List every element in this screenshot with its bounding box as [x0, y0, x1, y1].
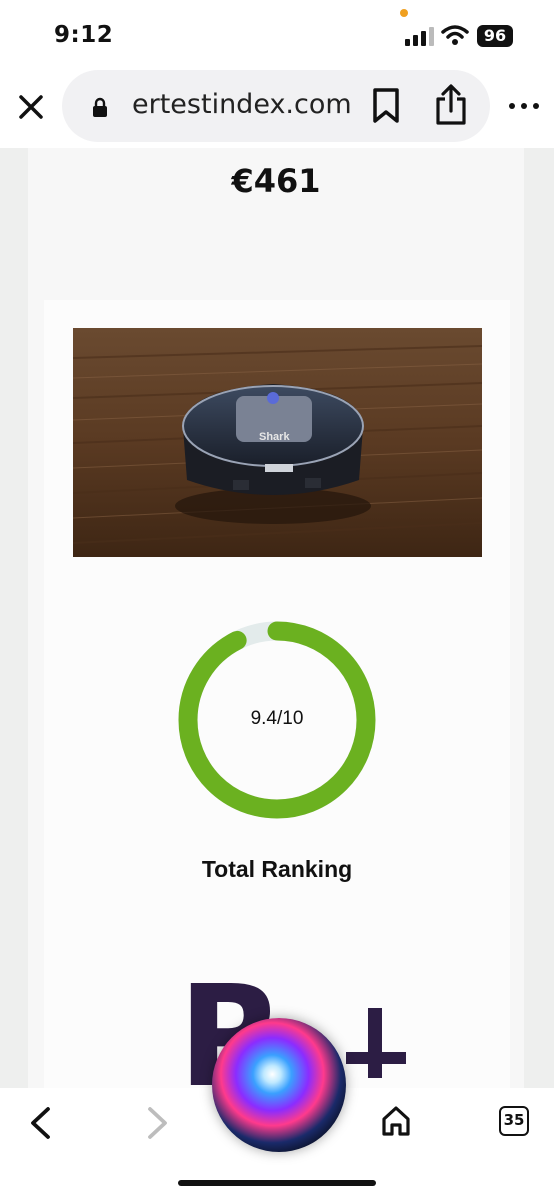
wifi-icon — [441, 25, 469, 45]
siri-orb — [212, 1018, 346, 1152]
privacy-indicator-dot — [400, 9, 408, 17]
back-arrow-icon[interactable] — [28, 1106, 52, 1140]
partial-logo-plus — [346, 1008, 406, 1078]
rating-score: 9.4/10 — [250, 708, 304, 729]
lock-icon — [93, 97, 107, 117]
home-indicator[interactable] — [178, 1180, 376, 1186]
browser-toolbar: ertestindex.com — [0, 70, 554, 148]
share-icon[interactable] — [434, 84, 468, 126]
url-text: ertestindex.com — [132, 89, 352, 120]
cellular-signal-icon — [405, 27, 434, 46]
tab-count-button[interactable]: 35 — [499, 1106, 529, 1136]
forward-arrow-icon[interactable] — [146, 1106, 170, 1140]
page-column: €461 Shark 9.4/10 Total Ranking R — [28, 148, 524, 1088]
robot-vacuum-photo: Shark — [73, 328, 482, 557]
web-content: €461 Shark 9.4/10 Total Ranking R — [0, 148, 554, 1088]
rating-ring: 9.4/10 — [177, 620, 377, 820]
product-price: €461 — [231, 162, 321, 200]
total-ranking-label: Total Ranking — [201, 856, 353, 882]
more-options-icon[interactable] — [508, 98, 540, 114]
battery-indicator: 96 — [477, 25, 513, 47]
bookmark-icon[interactable] — [372, 88, 400, 124]
svg-text:Shark: Shark — [259, 431, 290, 443]
home-icon[interactable] — [381, 1105, 411, 1137]
close-icon[interactable] — [16, 92, 46, 122]
address-bar[interactable]: ertestindex.com — [62, 70, 490, 142]
status-bar: 9:12 96 — [0, 0, 554, 70]
status-time: 9:12 — [54, 22, 114, 48]
